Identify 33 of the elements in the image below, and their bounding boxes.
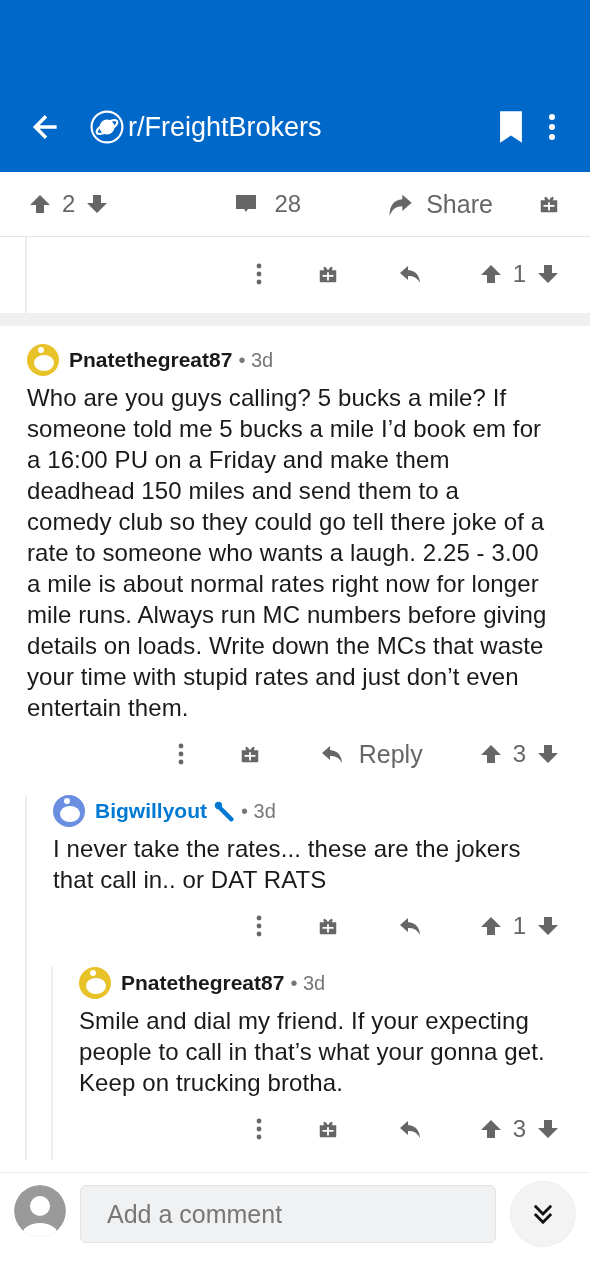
- more-options-icon[interactable]: [548, 111, 556, 143]
- comment-text: Smile and dial my friend. If your expecting people to call in that’s what your gonna get. Keep on trucking brotha.: [79, 1006, 546, 1098]
- vote-count: 1: [512, 260, 526, 288]
- planet-icon: [90, 110, 124, 144]
- username[interactable]: Bigwillyout: [95, 799, 207, 823]
- comment-text: Who are you guys calling? 5 bucks a mile? If someone told me 5 bucks a mile I’d book em for a 16:00 PU on a Friday and make them deadhead 150 miles and send them to a comedy club so they could go tell there joke of a rate to someone who wants a laugh. 2.25 - 3.00 a mile is about normal rates right now for longer mile runs. Always run MC numbers before giving details on loads. Write down the MCs that waste your time with stupid rates and just don’t even entertain them.: [27, 383, 548, 723]
- vote-count: 1: [512, 912, 526, 940]
- downvote-icon[interactable]: [536, 262, 560, 286]
- vote-count: 3: [512, 1115, 526, 1143]
- more-options-icon[interactable]: [254, 262, 263, 286]
- downvote-icon[interactable]: [536, 914, 560, 938]
- more-options-icon[interactable]: [254, 914, 263, 938]
- upvote-icon[interactable]: [28, 192, 52, 216]
- reply-button[interactable]: Reply: [318, 739, 423, 769]
- user-avatar-icon[interactable]: [14, 1185, 66, 1237]
- username[interactable]: Pnatethegreat87: [121, 971, 285, 995]
- comment-field[interactable]: Add a comment: [80, 1185, 496, 1243]
- comment-count: 28: [274, 190, 302, 218]
- microphone-icon: [213, 800, 235, 822]
- subreddit-title[interactable]: r/FreightBrokers: [128, 111, 322, 143]
- comment-text: I never take the rates... these are the jokers that call in.. or DAT RATS: [53, 834, 522, 895]
- comment-age: • 3d: [290, 971, 326, 995]
- downvote-icon[interactable]: [536, 1117, 560, 1141]
- downvote-icon[interactable]: [536, 742, 560, 766]
- comment-age: • 3d: [238, 348, 274, 372]
- more-options-icon[interactable]: [176, 742, 185, 766]
- more-options-icon[interactable]: [254, 1117, 263, 1141]
- comment-age: • 3d: [241, 799, 276, 823]
- share-button[interactable]: Share: [386, 189, 493, 219]
- username[interactable]: Pnatethegreat87: [69, 348, 233, 372]
- downvote-icon[interactable]: [85, 192, 110, 216]
- vote-count: 3: [512, 740, 526, 768]
- vote-count: 2: [62, 190, 76, 218]
